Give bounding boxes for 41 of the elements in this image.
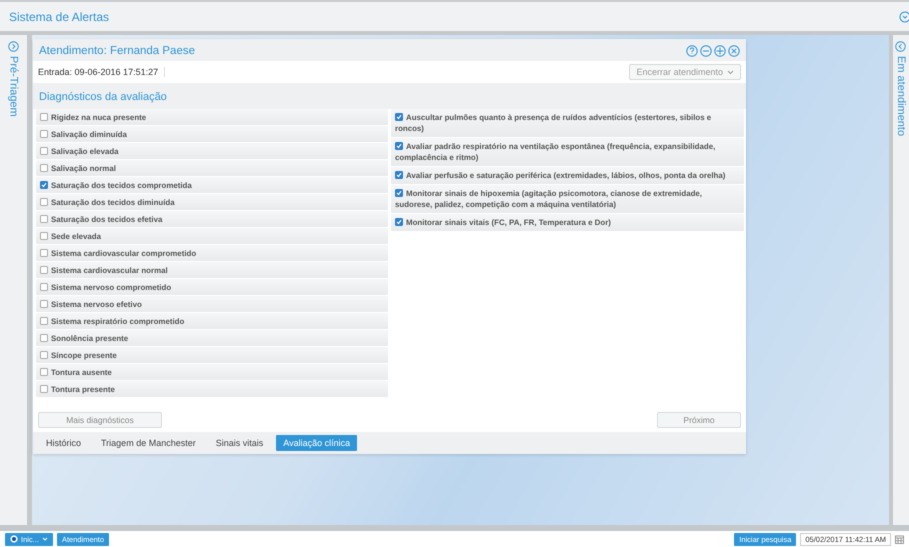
checkbox[interactable] <box>40 112 48 120</box>
checkbox[interactable] <box>40 282 48 290</box>
tab[interactable]: Sinais vitais <box>208 435 270 451</box>
checkbox[interactable] <box>40 130 48 138</box>
chevron-circle-icon[interactable] <box>895 41 906 52</box>
checkbox[interactable] <box>40 180 48 188</box>
logo-icon <box>10 535 18 543</box>
dialog-title: Atendimento: Fernanda Paese <box>39 44 195 56</box>
checkbox[interactable] <box>40 334 48 342</box>
checkbox[interactable] <box>40 214 48 222</box>
entry-time: Entrada: 09-06-2016 17:51:27 <box>38 67 166 77</box>
tab[interactable]: Triagem de Manchester <box>94 435 203 451</box>
checkbox[interactable] <box>40 232 48 240</box>
checkbox[interactable] <box>40 146 48 154</box>
calendar-icon[interactable] <box>895 534 904 544</box>
checkbox[interactable] <box>40 350 48 358</box>
close-icon[interactable] <box>728 44 740 56</box>
checkbox[interactable] <box>395 189 403 197</box>
checkbox[interactable] <box>395 142 403 150</box>
checkbox[interactable] <box>40 266 48 274</box>
checkbox[interactable] <box>395 171 403 179</box>
checkbox[interactable] <box>395 113 403 121</box>
checkbox[interactable] <box>40 316 48 324</box>
more-diagnoses-button[interactable]: Mais diagnósticos <box>38 412 162 428</box>
section-title: Diagnósticos da avaliação <box>38 90 168 105</box>
checkbox[interactable] <box>40 198 48 206</box>
caret-icon <box>42 537 48 541</box>
tab[interactable]: Avaliação clínica <box>276 435 358 451</box>
chevron-circle-icon[interactable] <box>8 41 19 52</box>
checkbox[interactable] <box>40 300 48 308</box>
app-title: Sistema de Alertas <box>9 10 110 24</box>
checkbox[interactable] <box>40 248 48 256</box>
checkbox[interactable] <box>395 218 403 226</box>
minimize-icon[interactable] <box>700 44 712 56</box>
checkbox[interactable] <box>40 384 48 392</box>
checkbox[interactable] <box>40 164 48 172</box>
help-icon[interactable] <box>686 44 698 56</box>
caret-icon <box>727 70 734 74</box>
checkbox[interactable] <box>40 368 48 376</box>
next-button[interactable]: Próximo <box>657 412 741 428</box>
tab[interactable]: Histórico <box>39 435 88 451</box>
